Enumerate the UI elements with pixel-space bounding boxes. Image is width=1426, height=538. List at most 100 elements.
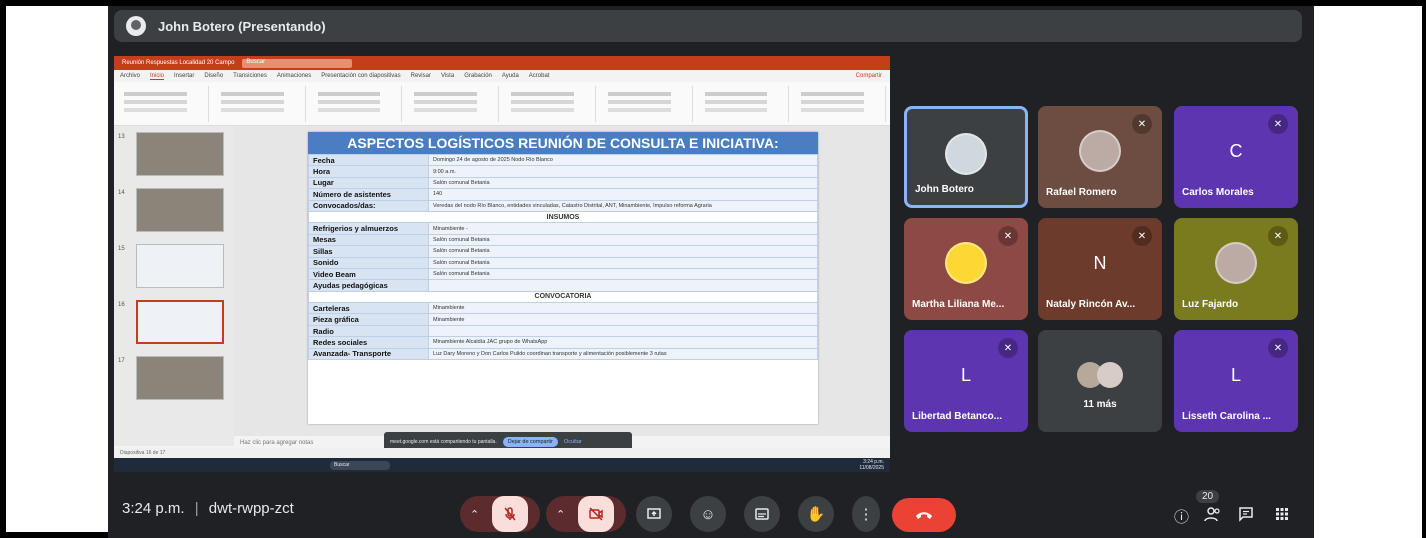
ppt-menu-item[interactable]: Revisar <box>411 73 431 79</box>
ribbon-group[interactable] <box>795 86 886 122</box>
people-icon[interactable] <box>1204 506 1222 526</box>
row-label: Convocados/das: <box>308 199 429 212</box>
captions-svg <box>755 508 769 520</box>
mic-off-svg <box>504 507 516 521</box>
ppt-ribbon <box>114 82 890 126</box>
camera-off-svg <box>589 507 603 521</box>
ppt-menu-item[interactable]: Grabación <box>464 73 492 79</box>
participant-avatar: L <box>960 364 971 385</box>
ribbon-group[interactable] <box>505 86 596 122</box>
share-bar-text: meet.google.com está compartiendo tu pan… <box>390 439 497 445</box>
ppt-menu-item[interactable]: Animaciones <box>277 73 311 79</box>
taskbar-clock: 3:24 p.m. 11/08/2025 <box>859 459 884 471</box>
mic-off-icon[interactable] <box>492 496 528 532</box>
ppt-search-box[interactable]: Buscar <box>242 58 353 68</box>
ppt-menu-item[interactable]: Archivo <box>120 73 140 79</box>
camera-control[interactable]: ⌃ <box>546 496 626 532</box>
slide-number: 13 <box>118 134 125 140</box>
mic-control[interactable]: ⌃ <box>460 496 540 532</box>
row-label: Redes sociales <box>308 336 429 349</box>
camera-off-icon[interactable] <box>578 496 614 532</box>
row-value: Veredas del nodo Río Blanco, entidades v… <box>428 199 818 212</box>
row-value <box>428 279 818 292</box>
emoji-icon[interactable]: ☺ <box>690 496 726 532</box>
hangup-svg <box>916 512 932 519</box>
participant-avatar: N <box>1093 252 1107 273</box>
ppt-title: Reunión Respuestas Localidad 20 Campo <box>122 60 235 66</box>
participant-tile[interactable]: John Botero <box>904 106 1028 208</box>
muted-mic-icon: ✕ <box>998 338 1018 358</box>
ppt-menu-item[interactable]: Acrobat <box>529 73 550 79</box>
ppt-menu-item[interactable]: Ayuda <box>502 73 519 79</box>
ppt-menu-item[interactable]: Inicio <box>150 73 165 80</box>
camera-options-chevron-icon[interactable]: ⌃ <box>556 508 572 521</box>
ribbon-group[interactable] <box>215 86 306 122</box>
participant-avatar <box>945 242 987 284</box>
activities-svg <box>1276 508 1288 520</box>
section-header: INSUMOS <box>308 210 818 224</box>
muted-mic-icon: ✕ <box>1268 338 1288 358</box>
raise-hand-icon[interactable]: ✋ <box>798 496 834 532</box>
ribbon-group[interactable] <box>602 86 693 122</box>
people-svg <box>1204 507 1220 522</box>
muted-mic-icon: ✕ <box>1132 114 1152 134</box>
present-icon[interactable] <box>636 496 672 532</box>
participant-avatar <box>1079 130 1121 172</box>
ppt-menu-item[interactable]: Vista <box>441 73 454 79</box>
ppt-menu-item[interactable]: Transiciones <box>233 73 267 79</box>
table-row: Mesas Salón comunal Betania <box>308 233 818 247</box>
present-svg <box>647 508 661 519</box>
presenter-label: John Botero (Presentando) <box>158 18 326 34</box>
participant-name: Luz Fajardo <box>1182 299 1239 310</box>
participant-tile[interactable]: N ✕ Nataly Rincón Av... <box>1038 218 1162 320</box>
table-row: Hora 9:00 a.m. <box>308 165 818 178</box>
row-label: Número de asistentes <box>308 188 429 201</box>
table-row: Ayudas pedagógicas <box>308 279 818 292</box>
taskbar-search[interactable]: Buscar <box>330 460 390 470</box>
ppt-menu-item[interactable]: Insertar <box>174 73 194 79</box>
ppt-menu-item[interactable]: Presentación con diapositivas <box>321 73 400 79</box>
ppt-menu: Archivo Inicio Insertar Diseño Transiciones A… <box>114 70 890 82</box>
row-value: Salón comunal Betania <box>428 245 818 258</box>
hangup-icon[interactable] <box>892 498 956 532</box>
right-margin <box>1314 6 1422 538</box>
ppt-menu-item[interactable]: Diseño <box>204 73 223 79</box>
activities-icon[interactable] <box>1274 506 1290 526</box>
participant-tile[interactable]: ✕ Luz Fajardo <box>1174 218 1298 320</box>
row-label: Avanzada- Transporte <box>308 347 429 361</box>
participant-tile[interactable]: L ✕ Lisseth Carolina ... <box>1174 330 1298 432</box>
row-label: Mesas <box>308 233 429 247</box>
ribbon-group[interactable] <box>408 86 499 122</box>
slide-thumbnail[interactable] <box>136 188 224 232</box>
more-icon[interactable]: ⋮ <box>852 496 880 532</box>
slide-thumbnail[interactable] <box>136 356 224 400</box>
participant-tile[interactable]: L ✕ Libertad Betanco... <box>904 330 1028 432</box>
slide-thumbnails: 13 14 15 16 17 <box>114 126 234 446</box>
slide-thumbnail[interactable] <box>136 132 224 176</box>
mic-options-chevron-icon[interactable]: ⌃ <box>470 508 486 521</box>
participant-name: Rafael Romero <box>1046 187 1117 198</box>
participant-tile[interactable]: ✕ Martha Liliana Me... <box>904 218 1028 320</box>
presenter-bar: John Botero (Presentando) <box>114 10 1302 42</box>
captions-icon[interactable] <box>744 496 780 532</box>
participant-tile[interactable]: 11 más <box>1038 330 1162 432</box>
row-value: Domingo 24 de agosto de 2025 Nodo Río Bl… <box>428 153 818 167</box>
ribbon-group[interactable] <box>312 86 403 122</box>
ribbon-group[interactable] <box>699 86 790 122</box>
shared-screen: Reunión Respuestas Localidad 20 Campo Bu… <box>114 56 890 472</box>
stop-sharing-button[interactable]: Dejar de compartir <box>502 437 558 447</box>
slide-thumbnail[interactable] <box>136 244 224 288</box>
slide-number: 17 <box>118 358 125 364</box>
table-row: Fecha Domingo 24 de agosto de 2025 Nodo R… <box>308 153 818 167</box>
ppt-title-bar: Reunión Respuestas Localidad 20 Campo Bu… <box>114 56 890 70</box>
slide-thumbnail[interactable] <box>136 300 224 344</box>
ppt-share-button[interactable]: Compartir <box>856 73 882 79</box>
slide-canvas: ASPECTOS LOGÍSTICOS REUNIÓN DE CONSULTA … <box>234 126 890 436</box>
participant-tile[interactable]: ✕ Rafael Romero <box>1038 106 1162 208</box>
ribbon-group[interactable] <box>118 86 209 122</box>
participant-tile[interactable]: C ✕ Carlos Morales <box>1174 106 1298 208</box>
hide-share-bar-button[interactable]: Ocultar <box>564 439 582 445</box>
info-icon[interactable]: ⓘ <box>1174 506 1189 527</box>
row-label: Refrigerios y almuerzos <box>308 222 429 235</box>
chat-icon[interactable] <box>1238 506 1254 526</box>
